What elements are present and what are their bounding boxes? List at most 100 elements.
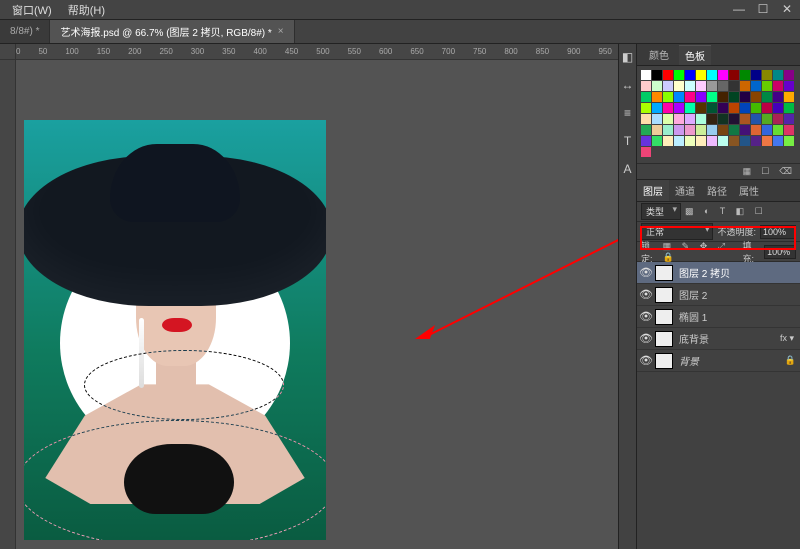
swatch[interactable] [641, 136, 651, 146]
swatch[interactable] [663, 92, 673, 102]
lock-icons[interactable]: ▦ ✎ ✥ ⤢ 🔒 [663, 241, 739, 263]
maximize-button[interactable]: ☐ [756, 2, 770, 16]
swatch[interactable] [685, 125, 695, 135]
swatch[interactable] [696, 92, 706, 102]
swatch[interactable] [784, 81, 794, 91]
swatch[interactable] [674, 125, 684, 135]
swatches-grid[interactable] [637, 66, 800, 163]
panel-strip-icon[interactable]: ◧ [621, 50, 635, 64]
swatch[interactable] [762, 136, 772, 146]
tab-layers[interactable]: 图层 [637, 180, 669, 201]
swatch[interactable] [696, 114, 706, 124]
swatch[interactable] [729, 92, 739, 102]
swatch[interactable] [773, 70, 783, 80]
swatch[interactable] [685, 103, 695, 113]
swatch[interactable] [718, 81, 728, 91]
swatch-delete-icon[interactable]: ⌫ [779, 166, 792, 177]
swatch[interactable] [773, 103, 783, 113]
swatch[interactable] [773, 81, 783, 91]
swatch[interactable] [663, 114, 673, 124]
swatch[interactable] [663, 103, 673, 113]
layer-name[interactable]: 背景 [679, 353, 783, 368]
opacity-input[interactable]: 100% [760, 225, 796, 239]
swatch-new-icon[interactable]: ☐ [761, 166, 769, 177]
layer-name[interactable]: 底背景 [679, 331, 780, 346]
fill-input[interactable]: 100% [764, 245, 796, 259]
swatch[interactable] [685, 92, 695, 102]
swatch[interactable] [674, 114, 684, 124]
swatch[interactable] [773, 136, 783, 146]
swatch[interactable] [718, 103, 728, 113]
swatch[interactable] [696, 136, 706, 146]
layer-row[interactable]: 👁图层 2 拷贝 [637, 262, 800, 284]
tab-properties[interactable]: 属性 [733, 180, 765, 201]
swatch[interactable] [674, 136, 684, 146]
swatch[interactable] [751, 70, 761, 80]
swatch[interactable] [663, 136, 673, 146]
menu-window[interactable]: 窗口(W) [4, 0, 60, 20]
swatch[interactable] [729, 125, 739, 135]
panel-strip-icon[interactable]: ↔ [621, 78, 635, 92]
panel-strip-icon[interactable]: A [621, 162, 635, 176]
swatch[interactable] [652, 125, 662, 135]
swatch[interactable] [740, 125, 750, 135]
layer-thumbnail[interactable] [655, 331, 673, 347]
swatch[interactable] [740, 92, 750, 102]
swatch[interactable] [718, 70, 728, 80]
tab-paths[interactable]: 路径 [701, 180, 733, 201]
swatch[interactable] [652, 81, 662, 91]
layer-row[interactable]: 👁底背景fx ▾ [637, 328, 800, 350]
visibility-toggle-icon[interactable]: 👁 [637, 288, 655, 301]
layer-thumbnail[interactable] [655, 309, 673, 325]
document-tab-inactive[interactable]: 8/8#) * [0, 20, 50, 43]
swatch[interactable] [663, 70, 673, 80]
swatch[interactable] [641, 147, 651, 157]
visibility-toggle-icon[interactable]: 👁 [637, 354, 655, 367]
swatch[interactable] [773, 114, 783, 124]
swatch[interactable] [641, 70, 651, 80]
swatch[interactable] [685, 136, 695, 146]
swatch[interactable] [751, 125, 761, 135]
swatch[interactable] [751, 114, 761, 124]
swatch[interactable] [674, 81, 684, 91]
swatch[interactable] [641, 125, 651, 135]
swatch[interactable] [751, 103, 761, 113]
blend-mode-select[interactable]: 正常 [641, 223, 713, 240]
swatch[interactable] [773, 125, 783, 135]
layer-thumbnail[interactable] [655, 265, 673, 281]
swatch[interactable] [696, 125, 706, 135]
visibility-toggle-icon[interactable]: 👁 [637, 310, 655, 323]
close-button[interactable]: ✕ [780, 2, 794, 16]
layer-name[interactable]: 图层 2 拷贝 [679, 265, 796, 280]
swatch[interactable] [707, 70, 717, 80]
swatch[interactable] [729, 114, 739, 124]
swatch[interactable] [751, 81, 761, 91]
swatch[interactable] [641, 114, 651, 124]
swatch[interactable] [707, 92, 717, 102]
swatch[interactable] [740, 81, 750, 91]
layer-list[interactable]: 👁图层 2 拷贝👁图层 2👁椭圆 1👁底背景fx ▾👁背景🔒 [637, 262, 800, 549]
swatch[interactable] [729, 136, 739, 146]
swatch[interactable] [740, 70, 750, 80]
swatch[interactable] [685, 70, 695, 80]
layer-name[interactable]: 椭圆 1 [679, 309, 796, 324]
swatch[interactable] [784, 125, 794, 135]
swatch[interactable] [652, 70, 662, 80]
swatch[interactable] [762, 103, 772, 113]
swatch[interactable] [663, 125, 673, 135]
swatch[interactable] [652, 114, 662, 124]
swatch[interactable] [641, 92, 651, 102]
swatch[interactable] [740, 114, 750, 124]
swatch[interactable] [652, 103, 662, 113]
swatch[interactable] [641, 103, 651, 113]
swatch[interactable] [762, 92, 772, 102]
tab-close-icon[interactable]: × [278, 26, 284, 37]
panel-strip-icon[interactable]: T [621, 134, 635, 148]
swatch[interactable] [707, 136, 717, 146]
swatch[interactable] [685, 81, 695, 91]
swatch[interactable] [663, 81, 673, 91]
swatch[interactable] [729, 81, 739, 91]
swatch[interactable] [652, 92, 662, 102]
panel-strip-icon[interactable]: ≡ [621, 106, 635, 120]
swatch[interactable] [685, 114, 695, 124]
